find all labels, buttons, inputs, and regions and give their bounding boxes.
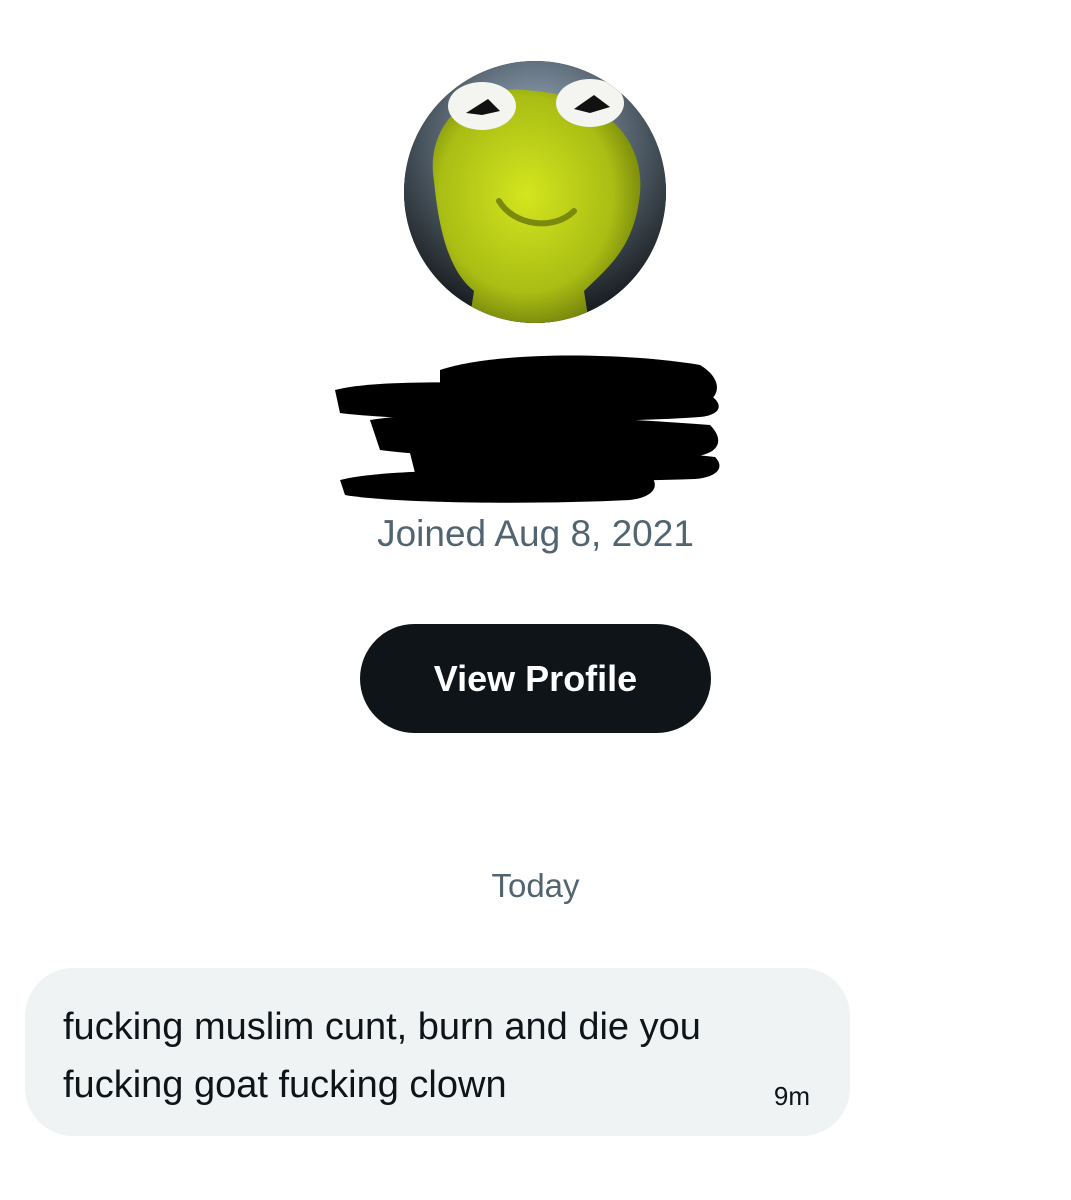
view-profile-button[interactable]: View Profile <box>360 624 711 733</box>
message-text: fucking muslim cunt, burn and die you fu… <box>63 1006 701 1106</box>
redacted-username <box>330 345 730 515</box>
joined-date: Joined Aug 8, 2021 <box>377 513 694 554</box>
message-timestamp: 9m <box>773 1081 810 1111</box>
avatar[interactable] <box>404 61 666 323</box>
day-separator: Today <box>491 867 580 904</box>
frog-avatar-image <box>404 61 666 323</box>
message-bubble[interactable]: fucking muslim cunt, burn and die you fu… <box>25 968 850 1136</box>
